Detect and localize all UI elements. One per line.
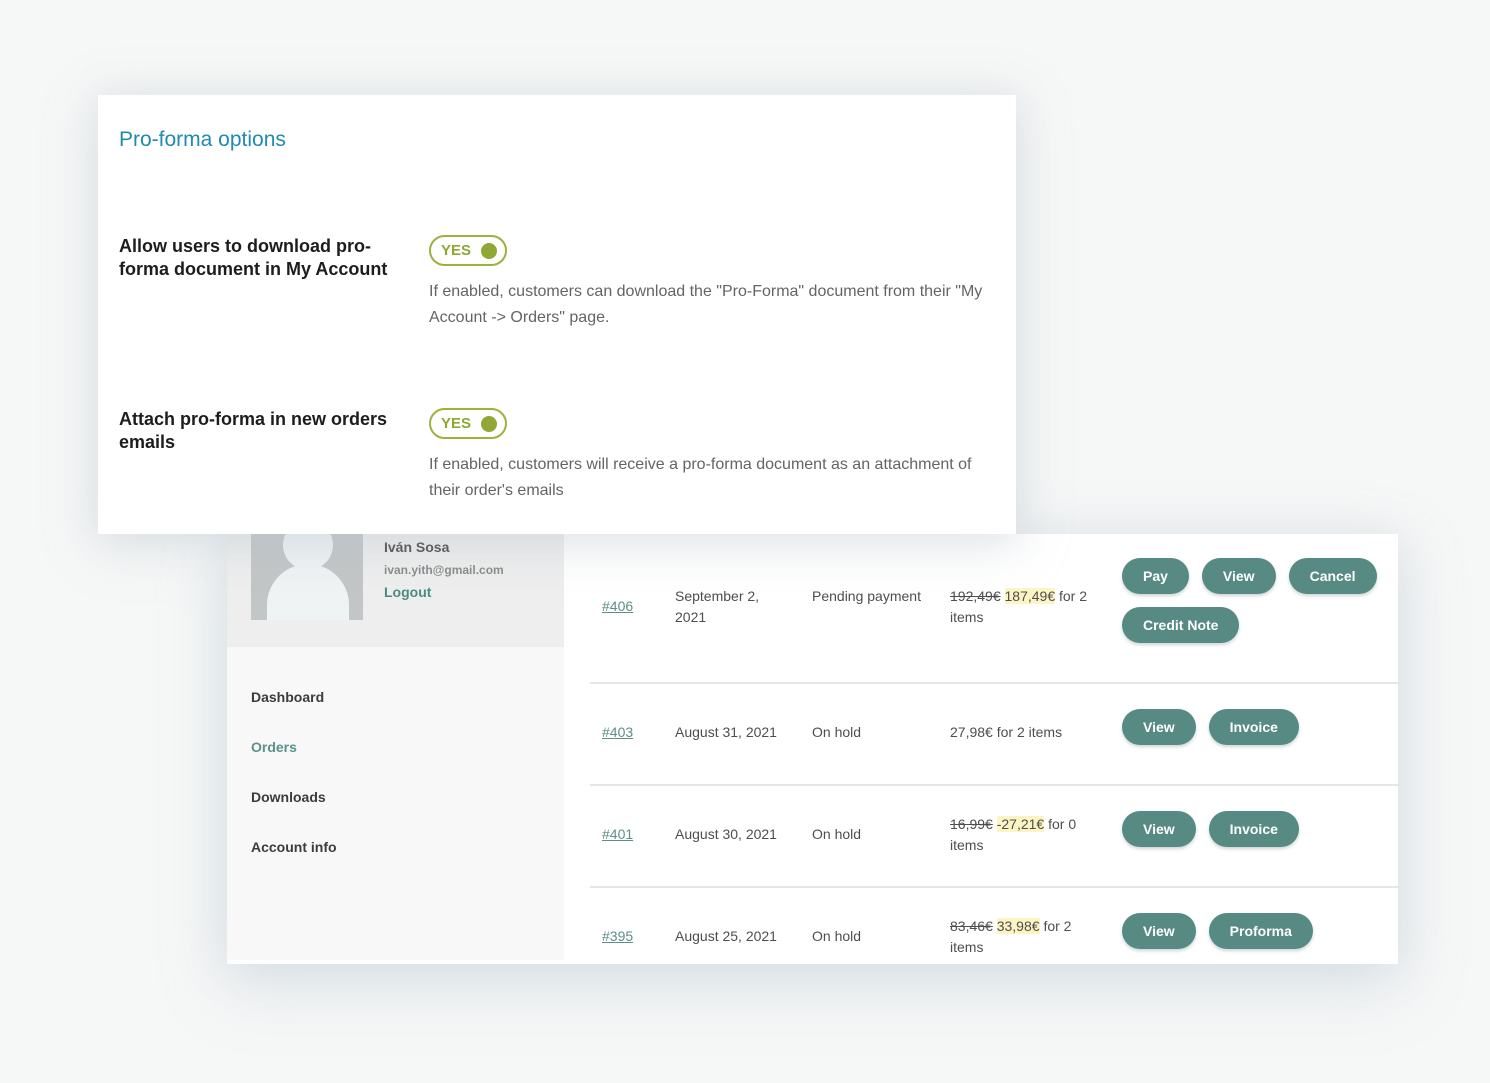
- invoice-button[interactable]: Invoice: [1208, 811, 1299, 847]
- order-date: August 31, 2021: [675, 724, 777, 740]
- order-new-total: -27,21€: [996, 816, 1045, 832]
- view-button[interactable]: View: [1122, 913, 1196, 949]
- order-number-link[interactable]: #403: [602, 722, 633, 743]
- order-actions: View Invoice: [1122, 811, 1398, 847]
- toggle-download-proforma[interactable]: YES: [429, 235, 507, 266]
- avatar: [251, 534, 363, 620]
- options-title: Pro-forma options: [119, 128, 286, 151]
- pay-button[interactable]: Pay: [1122, 558, 1189, 594]
- option-description-attach: If enabled, customers will receive a pro…: [429, 456, 972, 499]
- order-total: 16,99€ -27,21€ for 0 items: [950, 814, 1100, 856]
- order-new-total: 187,49€: [1004, 588, 1056, 604]
- profile-name: Iván Sosa: [384, 539, 450, 555]
- order-number-link[interactable]: #395: [602, 926, 633, 947]
- credit-note-button[interactable]: Credit Note: [1122, 607, 1240, 643]
- order-total: 192,49€ 187,49€ for 2 items: [950, 586, 1110, 628]
- cancel-button[interactable]: Cancel: [1288, 558, 1377, 594]
- proforma-button[interactable]: Proforma: [1208, 913, 1313, 949]
- order-total: 27,98€ for 2 items: [950, 722, 1110, 743]
- order-items: for 2 items: [996, 724, 1063, 740]
- nav-item-dashboard[interactable]: Dashboard: [251, 689, 337, 739]
- nav-item-account-info[interactable]: Account info: [251, 839, 337, 889]
- avatar-body-icon: [267, 564, 349, 620]
- view-button[interactable]: View: [1122, 811, 1196, 847]
- account-nav: Dashboard Orders Downloads Account info: [251, 689, 337, 889]
- profile-card: Iván Sosa ivan.yith@gmail.com Logout: [227, 534, 564, 647]
- order-status: Pending payment: [812, 588, 921, 604]
- order-status: On hold: [812, 928, 862, 944]
- order-old-total: 192,49€: [950, 588, 1001, 604]
- view-button[interactable]: View: [1122, 709, 1196, 745]
- toggle-state-label: YES: [441, 415, 472, 432]
- option-label-download: Allow users to download pro-forma docume…: [119, 236, 388, 279]
- order-total: 83,46€ 33,98€ for 2 items: [950, 916, 1100, 958]
- nav-item-downloads[interactable]: Downloads: [251, 789, 337, 839]
- order-number-link[interactable]: #406: [602, 596, 633, 617]
- order-actions: View Invoice: [1122, 709, 1398, 745]
- logout-link[interactable]: Logout: [384, 584, 431, 600]
- order-actions: Pay View Cancel Credit Note: [1122, 558, 1398, 643]
- order-number-link[interactable]: #401: [602, 824, 633, 845]
- option-label-attach: Attach pro-forma in new orders emails: [119, 409, 388, 452]
- toggle-knob-icon: [481, 416, 497, 432]
- order-status: On hold: [812, 826, 862, 842]
- order-old-total: 16,99€: [950, 816, 993, 832]
- proforma-options-panel: Pro-forma options Allow users to downloa…: [98, 95, 1016, 534]
- profile-email: ivan.yith@gmail.com: [384, 563, 504, 577]
- order-date: August 30, 2021: [675, 826, 777, 842]
- order-status: On hold: [812, 724, 862, 740]
- my-account-panel: Iván Sosa ivan.yith@gmail.com Logout Das…: [227, 534, 1398, 964]
- order-old-total: 83,46€: [950, 918, 993, 934]
- nav-item-orders[interactable]: Orders: [251, 739, 337, 789]
- order-date: September 2, 2021: [675, 588, 760, 625]
- toggle-knob-icon: [481, 243, 497, 259]
- toggle-state-label: YES: [441, 242, 472, 259]
- order-row: #406 September 2, 2021 Pending payment 1…: [590, 534, 1398, 684]
- order-date: August 25, 2021: [675, 928, 777, 944]
- order-row: #401 August 30, 2021 On hold 16,99€ -27,…: [590, 786, 1398, 888]
- order-new-total: 27,98€: [950, 724, 993, 740]
- order-row: #403 August 31, 2021 On hold 27,98€ for …: [590, 684, 1398, 786]
- toggle-attach-proforma[interactable]: YES: [429, 408, 507, 439]
- order-actions: View Proforma: [1122, 913, 1398, 949]
- option-description-download: If enabled, customers can download the "…: [429, 283, 983, 326]
- order-new-total: 33,98€: [996, 918, 1040, 934]
- account-sidebar: Iván Sosa ivan.yith@gmail.com Logout Das…: [227, 534, 564, 960]
- invoice-button[interactable]: Invoice: [1208, 709, 1299, 745]
- order-row: #395 August 25, 2021 On hold 83,46€ 33,9…: [590, 888, 1398, 964]
- orders-table: #406 September 2, 2021 Pending payment 1…: [590, 534, 1398, 964]
- view-button[interactable]: View: [1201, 558, 1276, 594]
